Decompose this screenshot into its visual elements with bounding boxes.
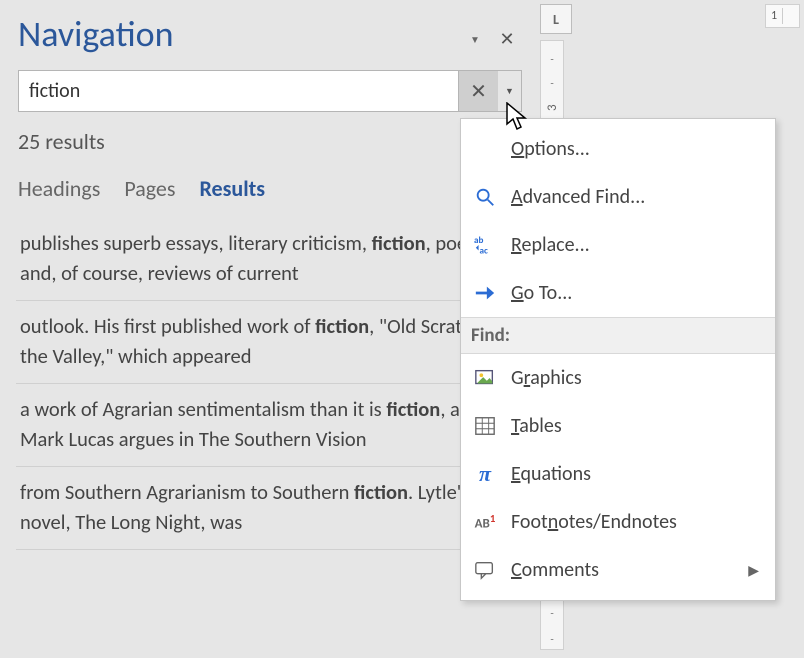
search-input[interactable] [18,70,458,112]
search-result[interactable]: a work of Agrarian sentimentalism than i… [16,384,518,467]
menu-label: Tables [511,414,562,438]
pane-options-dropdown[interactable]: ▼ [466,27,484,51]
result-text-before: a work of Agrarian sentimentalism than i… [20,396,386,422]
menu-label: Replace... [511,233,590,257]
svg-text:ac: ac [480,245,489,256]
blank-icon [471,136,499,162]
search-options-menu: Options... Advanced Find... abac Replace… [460,118,776,601]
ruler-tick: - [541,607,563,620]
menu-label: Equations [511,462,591,486]
ruler-tick: - [541,53,563,66]
magnifier-icon [471,184,499,210]
menu-find-equations[interactable]: π Equations [461,450,775,498]
result-hit: fiction [386,396,440,422]
result-hit: fiction [354,479,408,505]
results-count: 25 results [8,126,522,175]
result-hit: fiction [372,230,426,256]
tab-results[interactable]: Results [199,175,265,206]
tab-stop-selector[interactable]: L [540,4,572,34]
arrow-right-icon [471,280,499,306]
search-row: ✕ ▼ [8,70,522,126]
navigation-pane: Navigation ▼ ✕ ✕ ▼ 25 results Headings P… [8,0,522,658]
page-total-placeholder [783,9,799,23]
picture-icon [471,365,499,391]
close-pane-button[interactable]: ✕ [494,26,520,52]
navigation-header: Navigation ▼ ✕ [8,8,522,70]
navigation-title: Navigation [8,8,184,70]
tab-headings[interactable]: Headings [18,175,100,206]
footnote-icon: AB1 [471,509,499,535]
menu-find-footnotes[interactable]: AB1 Footnotes/Endnotes [461,498,775,546]
tab-stop-marker-icon: L [553,11,559,28]
result-text-before: outlook. His first published work of [20,313,315,339]
menu-find-tables[interactable]: Tables [461,402,775,450]
menu-label: Go To... [511,281,572,305]
comment-icon [471,557,499,583]
search-result[interactable]: publishes superb essays, literary critic… [16,218,518,301]
menu-find-comments[interactable]: Comments ▶ [461,546,775,594]
ruler-tick: - [541,77,563,90]
clear-search-button[interactable]: ✕ [458,70,498,112]
menu-label: Graphics [511,366,582,390]
table-icon [471,413,499,439]
result-text-before: from Southern Agrarianism to Southern [20,479,354,505]
menu-label: Footnotes/Endnotes [511,510,677,534]
menu-options[interactable]: Options... [461,125,775,173]
menu-goto[interactable]: Go To... [461,269,775,317]
menu-advanced-find[interactable]: Advanced Find... [461,173,775,221]
search-result[interactable]: outlook. His first published work of fic… [16,301,518,384]
menu-label: Advanced Find... [511,185,645,209]
ruler-label: 3 [545,104,560,111]
submenu-arrow-icon: ▶ [748,562,759,579]
menu-find-graphics[interactable]: Graphics [461,354,775,402]
ruler-tick: - [541,633,563,646]
replace-icon: abac [471,232,499,258]
menu-label: Options... [511,137,590,161]
search-options-dropdown[interactable]: ▼ [498,70,522,112]
results-list: publishes superb essays, literary critic… [8,218,522,550]
menu-replace[interactable]: abac Replace... [461,221,775,269]
tab-pages[interactable]: Pages [124,175,175,206]
page-number: 1 [766,9,782,23]
result-hit: fiction [315,313,369,339]
nav-tabs: Headings Pages Results [8,175,522,218]
result-text-before: publishes superb essays, literary critic… [20,230,372,256]
page-number-indicator: 1 [765,4,800,28]
menu-label: Comments [511,558,599,582]
menu-section-find: Find: [461,317,775,354]
search-result[interactable]: from Southern Agrarianism to Southern fi… [16,467,518,550]
pi-icon: π [471,461,499,487]
